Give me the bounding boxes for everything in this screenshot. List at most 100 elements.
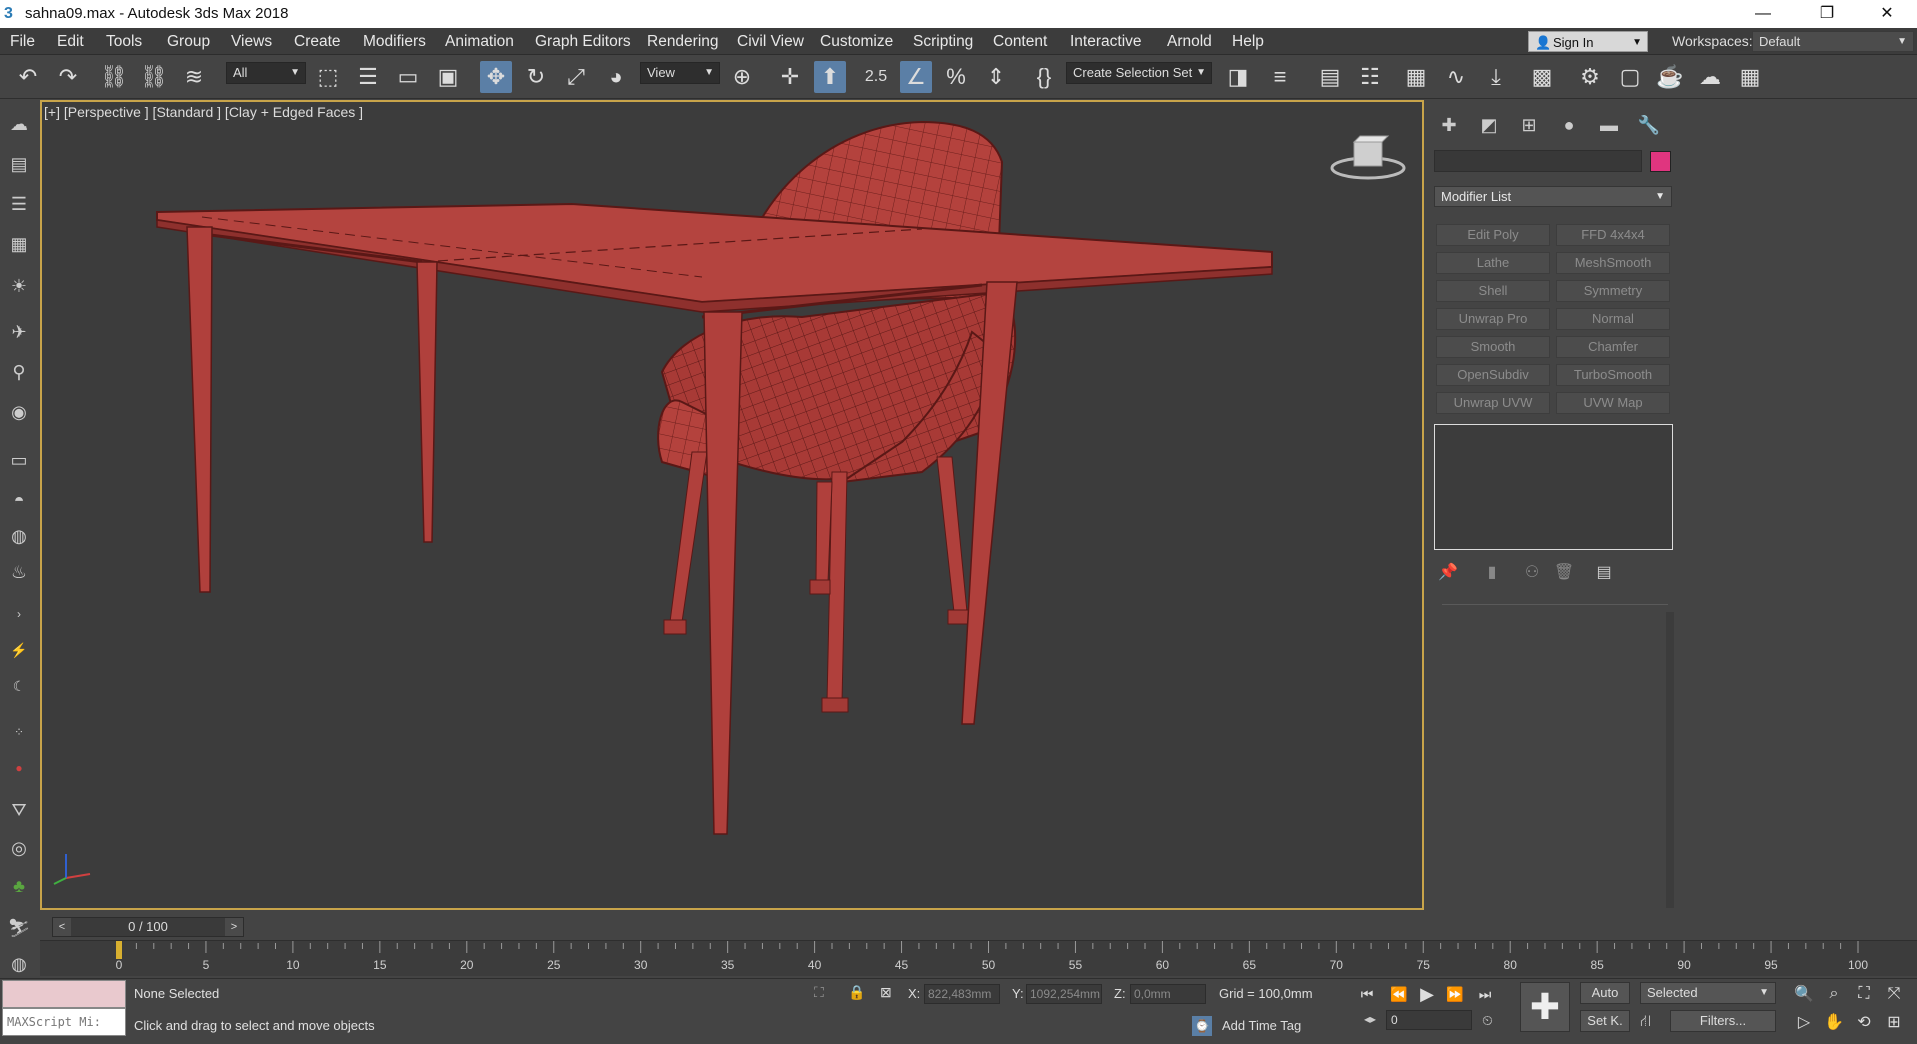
toggle-scene-explorer-icon[interactable]: ▤	[1314, 61, 1346, 93]
particle-icon[interactable]: ⁘	[5, 718, 33, 746]
lathe-button[interactable]: Lathe	[1436, 252, 1550, 274]
viewcube-icon[interactable]	[1330, 132, 1406, 182]
zoom-extents-icon[interactable]: ⛶	[1852, 982, 1876, 1006]
keyboard-shortcut-override-icon[interactable]: ⬆	[814, 61, 846, 93]
scene-icon[interactable]: ◍	[5, 950, 33, 978]
render-production-icon[interactable]: ☕	[1654, 61, 1686, 93]
menu-content[interactable]: Content	[993, 33, 1047, 51]
menu-civil-view[interactable]: Civil View	[737, 33, 804, 51]
unlink-icon[interactable]: ⛓	[138, 61, 170, 93]
moon-icon[interactable]: ☾	[5, 672, 33, 700]
selection-set-select[interactable]: Create Selection Set ▼	[1066, 62, 1212, 84]
teapot-icon[interactable]: ♨	[5, 558, 33, 586]
undo-icon[interactable]: ↶	[12, 61, 44, 93]
align-icon[interactable]: ≡	[1264, 61, 1296, 93]
smooth-button[interactable]: Smooth	[1436, 336, 1550, 358]
pivot-center-icon[interactable]: ⊕	[726, 61, 758, 93]
meshsmooth-button[interactable]: MeshSmooth	[1556, 252, 1670, 274]
bone-icon[interactable]: ⚡	[5, 636, 33, 664]
arrow-icon[interactable]: ›	[5, 600, 33, 628]
time-configuration-icon[interactable]: ⏲	[1482, 1012, 1493, 1029]
unwrap-pro-button[interactable]: Unwrap Pro	[1436, 308, 1550, 330]
selection-filter-select[interactable]: All ▼	[226, 62, 306, 84]
motion-tab-icon[interactable]: ●	[1554, 112, 1584, 138]
toggle-ribbon-icon[interactable]: ▦	[1400, 61, 1432, 93]
minimize-button[interactable]: —	[1736, 0, 1790, 28]
current-time-marker[interactable]	[116, 941, 122, 959]
point-icon[interactable]: ●	[5, 754, 33, 782]
rectangular-selection-icon[interactable]: ▭	[392, 61, 424, 93]
uvw-map-button[interactable]: UVW Map	[1556, 392, 1670, 414]
x-coordinate[interactable]: 822,483mm	[924, 984, 1000, 1004]
time-tag-icon[interactable]: ⌚	[1192, 1016, 1212, 1036]
previous-frame-icon[interactable]: <	[53, 918, 71, 936]
modifier-list-dropdown[interactable]: Modifier List ▼	[1434, 186, 1672, 207]
dome-icon[interactable]: ◓	[5, 486, 33, 514]
percent-snap-icon[interactable]: %	[940, 61, 972, 93]
make-unique-icon[interactable]: ⚇	[1520, 560, 1544, 584]
select-by-name-icon[interactable]: ☰	[352, 61, 384, 93]
turbosmooth-button[interactable]: TurboSmooth	[1556, 364, 1670, 386]
rendered-frame-window-icon[interactable]: ▢	[1614, 61, 1646, 93]
maximize-viewport-icon[interactable]: ⊞	[1882, 1010, 1906, 1034]
plant-icon[interactable]: ♣	[5, 872, 33, 900]
go-to-end-icon[interactable]: ⏭	[1472, 982, 1498, 1006]
remove-modifier-icon[interactable]: 🗑	[1552, 560, 1576, 584]
object-name-field[interactable]	[1434, 150, 1642, 172]
snap-toggle-icon[interactable]: 2.5	[860, 61, 892, 93]
go-to-start-icon[interactable]: ⏮	[1354, 982, 1380, 1006]
globe-icon[interactable]: ◎	[5, 834, 33, 862]
key-filters-icon[interactable]: ⛙	[1640, 1012, 1651, 1032]
chamfer-button[interactable]: Chamfer	[1556, 336, 1670, 358]
menu-group[interactable]: Group	[167, 33, 210, 51]
shell-button[interactable]: Shell	[1436, 280, 1550, 302]
reference-coord-select[interactable]: View ▼	[640, 62, 720, 84]
y-coordinate[interactable]: 1092,254mm	[1026, 984, 1102, 1004]
play-icon[interactable]: ▶	[1414, 982, 1440, 1006]
object-color-swatch[interactable]	[1650, 151, 1671, 172]
zoom-icon[interactable]: 🔍	[1792, 982, 1816, 1006]
a360-gallery-icon[interactable]: ▦	[1734, 61, 1766, 93]
curve-editor-icon[interactable]: ∿	[1440, 61, 1472, 93]
restore-button[interactable]: ❐	[1800, 0, 1854, 28]
zoom-all-icon[interactable]: ⌕	[1822, 982, 1846, 1006]
time-slider[interactable]: < 0 / 100 >	[52, 917, 244, 937]
ffd-button[interactable]: FFD 4x4x4	[1556, 224, 1670, 246]
utilities-tab-icon[interactable]: 🔧	[1634, 112, 1664, 138]
spinner-snap-icon[interactable]: ⇕	[980, 61, 1012, 93]
scale-icon[interactable]: ⤢	[560, 61, 592, 93]
perspective-viewport[interactable]	[40, 100, 1424, 910]
maxscript-mini-listener[interactable]: MAXScript Mi:	[2, 1008, 126, 1036]
absolute-mode-icon[interactable]: ⊠	[880, 984, 892, 1001]
auto-key-button[interactable]: Auto	[1580, 982, 1630, 1004]
angle-snap-icon[interactable]: ∠	[900, 61, 932, 93]
helper-icon[interactable]: ✈	[5, 318, 33, 346]
orbit-icon[interactable]: ⟲	[1852, 1010, 1876, 1034]
select-object-icon[interactable]: ⬚	[312, 61, 344, 93]
layer-icon[interactable]: ▤	[5, 150, 33, 178]
camera-icon[interactable]: ◉	[5, 398, 33, 426]
sign-in-dropdown[interactable]: 👤 Sign In ▼	[1528, 31, 1648, 52]
add-time-tag[interactable]: Add Time Tag	[1222, 1018, 1301, 1033]
move-icon[interactable]: ✥	[480, 61, 512, 93]
biped-icon[interactable]: ⚲	[5, 358, 33, 386]
compass-icon[interactable]: ⛛	[5, 796, 33, 824]
workspaces-select[interactable]: Default ▼	[1752, 31, 1914, 52]
create-tab-icon[interactable]: ✚	[1434, 112, 1464, 138]
link-icon[interactable]: ⛓	[98, 61, 130, 93]
schematic-view-icon[interactable]: ⤓	[1480, 61, 1512, 93]
track-bar[interactable]: 0 5 10 15 20 25 30 35 40 45 50 55 60 65 70 75 80 85 90 95 10…	[40, 940, 1917, 976]
menu-views[interactable]: Views	[231, 33, 272, 51]
maxscript-listener-output[interactable]	[2, 980, 126, 1008]
z-coordinate[interactable]: 0,0mm	[1130, 984, 1206, 1004]
list-icon[interactable]: ☰	[5, 190, 33, 218]
lock-selection-icon[interactable]: 🔒	[848, 984, 865, 1001]
display-tab-icon[interactable]: ▬	[1594, 112, 1624, 138]
modify-tab-icon[interactable]: ◩	[1474, 112, 1504, 138]
opensubdiv-button[interactable]: OpenSubdiv	[1436, 364, 1550, 386]
next-key-icon[interactable]: ⏩	[1442, 982, 1468, 1006]
hierarchy-tab-icon[interactable]: ⊞	[1514, 112, 1544, 138]
pan-view-icon[interactable]: ✋	[1822, 1010, 1846, 1034]
menu-scripting[interactable]: Scripting	[913, 33, 973, 51]
menu-help[interactable]: Help	[1232, 33, 1264, 51]
